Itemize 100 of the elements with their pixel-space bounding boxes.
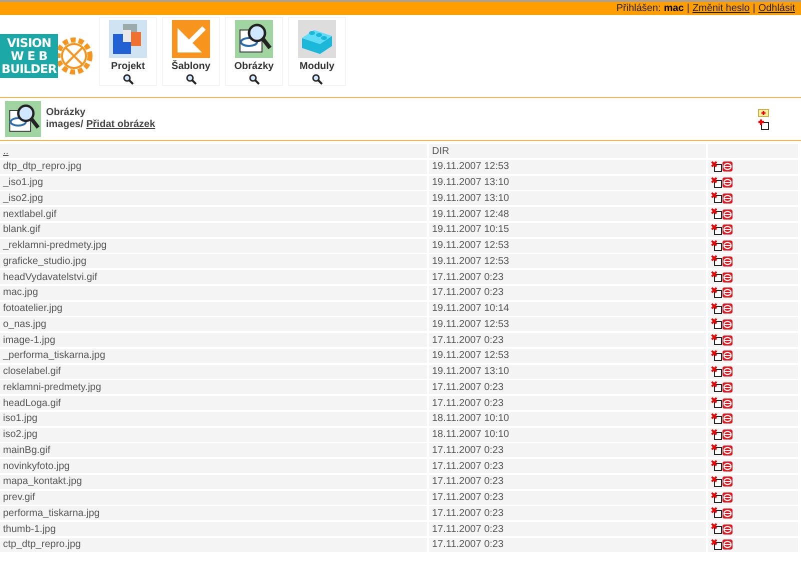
view-icon[interactable] (722, 508, 733, 519)
delete-file-icon[interactable] (711, 334, 722, 346)
delete-file-icon[interactable] (711, 318, 722, 330)
top-bar-link[interactable]: Odhlásit (758, 3, 795, 14)
delete-file-icon[interactable] (711, 271, 722, 283)
file-name[interactable]: mainBg.gif (3, 444, 50, 456)
file-name[interactable]: fotoatelier.jpg (3, 303, 62, 314)
search-icon (248, 74, 260, 85)
delete-file-icon[interactable] (711, 397, 722, 409)
view-icon[interactable] (722, 192, 733, 204)
nav-tile[interactable]: Projekt (99, 17, 157, 86)
top-bar-link[interactable]: Změnit heslo (692, 3, 750, 14)
file-name[interactable]: image-1.jpg (3, 334, 56, 346)
view-icon[interactable] (722, 272, 733, 282)
file-name[interactable]: _reklamni-predmety.jpg (3, 240, 107, 251)
file-name[interactable]: o_nas.jpg (3, 318, 46, 330)
delete-file-icon[interactable] (711, 381, 722, 394)
file-date: 19.11.2007 10:15 (432, 224, 510, 236)
delete-file-icon[interactable] (711, 286, 722, 299)
delete-file-icon[interactable] (711, 240, 722, 252)
file-name[interactable]: novinkyfoto.jpg (3, 460, 70, 472)
view-icon[interactable] (722, 303, 733, 314)
delete-file-icon[interactable] (711, 538, 722, 551)
view-icon[interactable] (722, 208, 733, 220)
file-date: 19.11.2007 13:10 (432, 192, 510, 204)
file-name[interactable]: iso1.jpg (3, 413, 38, 424)
parent-directory-link[interactable]: .. (3, 146, 9, 156)
delete-file-icon[interactable] (711, 208, 722, 220)
delete-file-icon[interactable] (711, 476, 722, 488)
file-name[interactable]: headVydavatelstvi.gif (3, 272, 98, 282)
file-name[interactable]: thumb-1.jpg (3, 524, 56, 534)
view-icon[interactable] (722, 539, 733, 550)
brick-icon (298, 20, 336, 58)
delete-file-icon[interactable] (711, 192, 722, 204)
file-date: 19.11.2007 12:53 (432, 318, 510, 330)
file-date: 17.11.2007 0:23 (432, 476, 504, 488)
file-date: 17.11.2007 0:23 (432, 539, 504, 550)
view-icon[interactable] (722, 318, 733, 330)
view-icon[interactable] (722, 287, 733, 298)
view-icon[interactable] (722, 366, 733, 377)
delete-file-icon[interactable] (711, 255, 722, 268)
view-icon[interactable] (722, 334, 733, 346)
view-icon[interactable] (722, 413, 733, 424)
view-icon[interactable] (722, 524, 733, 534)
view-icon[interactable] (722, 476, 733, 488)
delete-file-icon[interactable] (711, 412, 722, 425)
file-name[interactable]: _performa_tiskarna.jpg (3, 350, 106, 362)
view-icon[interactable] (722, 177, 733, 188)
view-icon[interactable] (722, 460, 733, 472)
file-name[interactable]: mac.jpg (3, 287, 38, 298)
file-name[interactable]: graficke_studio.jpg (3, 256, 86, 267)
file-name[interactable]: mapa_kontakt.jpg (3, 476, 82, 488)
view-icon[interactable] (722, 492, 733, 503)
file-date: 19.11.2007 12:53 (432, 350, 510, 362)
file-name[interactable]: dtp_dtp_repro.jpg (3, 161, 82, 172)
file-name[interactable]: iso2.jpg (3, 429, 38, 440)
file-name[interactable]: nextlabel.gif (3, 208, 56, 220)
file-name[interactable]: blank.gif (3, 224, 40, 236)
delete-file-icon[interactable] (711, 507, 722, 520)
delete-file-icon[interactable] (711, 428, 722, 440)
file-name[interactable]: reklamni-predmety.jpg (3, 382, 102, 393)
delete-file-icon[interactable] (711, 492, 722, 504)
delete-file-icon[interactable] (711, 460, 722, 472)
new-folder-icon[interactable] (758, 108, 769, 117)
logo-text: BUILDER (2, 62, 56, 76)
view-icon[interactable] (722, 256, 733, 267)
view-icon[interactable] (722, 161, 733, 172)
delete-file-icon[interactable] (711, 350, 722, 362)
file-name[interactable]: closelabel.gif (3, 366, 61, 377)
file-name[interactable]: headLoga.gif (3, 398, 61, 408)
section-title: Obrázky (46, 107, 86, 119)
view-icon[interactable] (722, 240, 733, 251)
add-image-link[interactable]: Přidat obrázek (86, 119, 156, 131)
delete-file-icon[interactable] (711, 302, 722, 314)
add-file-icon[interactable] (758, 119, 769, 130)
file-date: 17.11.2007 0:23 (432, 508, 504, 519)
file-name[interactable]: _iso1.jpg (3, 177, 44, 188)
nav-tile[interactable]: Šablony (162, 17, 220, 86)
delete-file-icon[interactable] (711, 160, 722, 173)
cubes-icon (109, 20, 147, 58)
view-icon[interactable] (722, 382, 733, 393)
delete-file-icon[interactable] (711, 224, 722, 236)
view-icon[interactable] (722, 224, 733, 236)
file-name[interactable]: prev.gif (3, 492, 36, 503)
view-icon[interactable] (722, 350, 733, 362)
file-date: 17.11.2007 0:23 (432, 460, 504, 472)
delete-file-icon[interactable] (711, 176, 722, 188)
view-icon[interactable] (722, 398, 733, 408)
file-name[interactable]: performa_tiskarna.jpg (3, 508, 100, 519)
file-date: 17.11.2007 0:23 (432, 382, 504, 393)
nav-tile[interactable]: Moduly (288, 17, 346, 86)
view-icon[interactable] (722, 429, 733, 440)
delete-file-icon[interactable] (711, 366, 722, 378)
search-icon (122, 74, 134, 85)
file-name[interactable]: ctp_dtp_repro.jpg (3, 539, 81, 550)
delete-file-icon[interactable] (711, 444, 722, 456)
nav-tile[interactable]: Obrázky (225, 17, 283, 86)
view-icon[interactable] (722, 444, 733, 456)
file-name[interactable]: _iso2.jpg (3, 192, 44, 204)
delete-file-icon[interactable] (711, 523, 722, 535)
